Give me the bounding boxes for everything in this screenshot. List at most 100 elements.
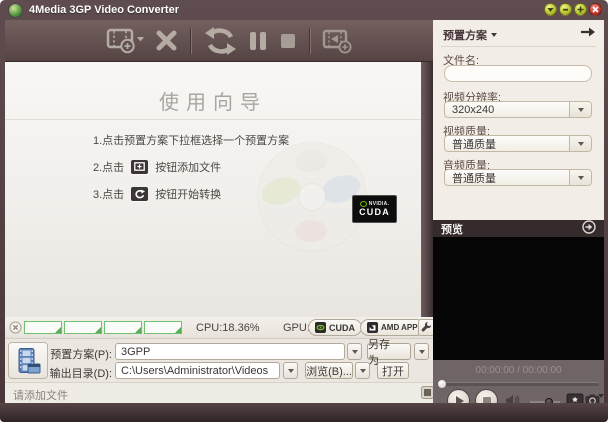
save-as-button[interactable]: 另存为... (367, 339, 411, 367)
meter-close-icon[interactable] (9, 321, 22, 337)
video-quality-value: 普通质量 (452, 138, 496, 151)
step2-suffix: 按钮添加文件 (155, 161, 222, 174)
preset-header-label: 预置方案 (443, 30, 487, 42)
expand-preset-panel-button[interactable] (580, 26, 596, 41)
minimize-button[interactable] (559, 3, 572, 16)
wizard-steps: 1.点击预置方案下拉框选择一个预置方案 2.点击 按钮添加文件 3.点击 按钮开… (93, 126, 289, 207)
gpu-label: GPU: (283, 322, 310, 334)
delete-button[interactable] (154, 28, 179, 53)
toolbar (5, 20, 433, 62)
right-panel: 预置方案 文件名: 视频分辨率: 320x240 视频质量: 普通质量 音频质量… (433, 20, 604, 412)
stop-icon (281, 33, 295, 48)
pause-icon (250, 31, 266, 50)
wizard-heading: 使用向导 (159, 92, 267, 114)
add-file-button[interactable] (106, 26, 144, 56)
add-output-icon (322, 29, 352, 53)
cuda-toggle-button[interactable]: CUDA (308, 319, 362, 336)
wizard-step-2: 2.点击 按钮添加文件 (93, 153, 289, 180)
window-title: 4Media 3GP Video Converter (29, 4, 179, 16)
resolution-combo[interactable]: 320x240 (444, 101, 592, 118)
open-button[interactable]: 打开 (377, 362, 409, 379)
circled-arrow-right-icon (582, 220, 596, 234)
cpu-usage-text: CPU:18.36% (196, 322, 260, 334)
browse-button[interactable]: 浏览(B)... (305, 362, 353, 379)
chevron-down-icon (577, 107, 584, 112)
preset-combo[interactable]: 3GPP (115, 343, 345, 360)
cpu-core-meter (144, 321, 182, 334)
close-icon (592, 6, 599, 13)
maximize-icon (577, 6, 584, 13)
add-file-mini-icon (131, 159, 149, 174)
delete-icon (156, 30, 177, 51)
step3-suffix: 按钮开始转换 (155, 188, 222, 201)
amd-logo-icon (367, 322, 378, 333)
step3-prefix: 3.点击 (93, 188, 125, 201)
open-label: 打开 (382, 365, 404, 378)
cpu-core-meter (104, 321, 142, 334)
seek-slider[interactable] (437, 380, 599, 388)
preview-title: 预览 (441, 223, 463, 236)
audio-quality-combo[interactable]: 普通质量 (444, 169, 592, 186)
output-dir-label: 输出目录(D): (49, 368, 112, 380)
titlebar: 4Media 3GP Video Converter (0, 0, 608, 20)
expand-preview-button[interactable] (582, 220, 596, 237)
add-output-button[interactable] (322, 27, 354, 55)
chevron-down-icon (577, 141, 584, 146)
output-dir-value: C:\Users\Administrator\Videos (121, 364, 269, 377)
window-bottom-frame (0, 403, 608, 422)
playback-controls: 00:00:00 / 00:00:00 (433, 360, 604, 412)
add-file-icon (106, 28, 144, 53)
app-window: 4Media 3GP Video Converter 使用向导 1.点击预置方案… (0, 0, 608, 422)
chevron-down-icon (491, 33, 497, 37)
convert-button[interactable] (203, 26, 238, 56)
resolution-dropdown-button[interactable] (569, 102, 591, 117)
preview-screen (433, 237, 604, 360)
status-hint-text: 请添加文件 (13, 390, 68, 402)
filename-input[interactable] (444, 65, 592, 82)
audio-quality-dropdown-button[interactable] (569, 170, 591, 185)
cuda-badge-text: CUDA (359, 206, 390, 217)
video-quality-combo[interactable]: 普通质量 (444, 135, 592, 152)
browse-label: 浏览(B)... (306, 365, 352, 378)
minimize-icon (563, 8, 568, 11)
stop-convert-button[interactable] (278, 29, 298, 53)
convert-mini-icon (131, 186, 149, 201)
nvidia-cuda-badge: NVIDIA. CUDA (352, 195, 397, 223)
footer-row: 请添加文件 (5, 383, 434, 403)
amd-app-toggle-button[interactable]: AMD APP (360, 319, 425, 336)
chevron-down-icon (287, 368, 294, 373)
preview-header: 预览 (433, 220, 604, 237)
wizard-area: 使用向导 1.点击预置方案下拉框选择一个预置方案 2.点击 按钮添加文件 3.点… (5, 62, 433, 317)
cuda-toggle-label: CUDA (329, 322, 355, 333)
preset-combo-dropdown-button[interactable] (347, 343, 362, 360)
video-quality-dropdown-button[interactable] (569, 136, 591, 151)
close-button[interactable] (589, 3, 602, 16)
chevron-down-icon (577, 175, 584, 180)
cpu-core-meter (24, 321, 62, 334)
window-controls (544, 3, 602, 16)
output-dir-combo[interactable]: C:\Users\Administrator\Videos (115, 362, 280, 379)
cuda-logo-icon (315, 322, 326, 333)
maximize-button[interactable] (574, 3, 587, 16)
output-dir-dropdown-button[interactable] (283, 362, 298, 379)
chevron-down-icon (418, 349, 425, 354)
left-column: 使用向导 1.点击预置方案下拉框选择一个预置方案 2.点击 按钮添加文件 3.点… (5, 20, 435, 403)
step1-text: 1.点击预置方案下拉框选择一个预置方案 (93, 134, 290, 147)
convert-icon (205, 26, 236, 55)
panel-divider-shadow (421, 62, 433, 317)
chevron-down-icon (359, 368, 366, 373)
toolbar-separator (190, 27, 192, 54)
output-panel: 预置方案(P): 3GPP 另存为... 输出目录(D): C:\Users\A… (5, 339, 433, 383)
amd-toggle-label: AMD APP (381, 323, 418, 332)
save-as-dropdown-button[interactable] (414, 343, 429, 360)
preset-panel-header[interactable]: 预置方案 (443, 27, 497, 43)
browse-dropdown-button[interactable] (355, 362, 370, 379)
seek-knob[interactable] (438, 380, 446, 388)
wizard-step-1: 1.点击预置方案下拉框选择一个预置方案 (93, 126, 289, 153)
wizard-step-3: 3.点击 按钮开始转换 (93, 180, 289, 207)
pause-button[interactable] (248, 29, 268, 53)
step2-prefix: 2.点击 (93, 161, 125, 174)
preset-combo-label: 预置方案(P): (50, 349, 112, 361)
rollup-button[interactable] (544, 3, 557, 16)
time-display: 00:00:00 / 00:00:00 (475, 365, 562, 376)
